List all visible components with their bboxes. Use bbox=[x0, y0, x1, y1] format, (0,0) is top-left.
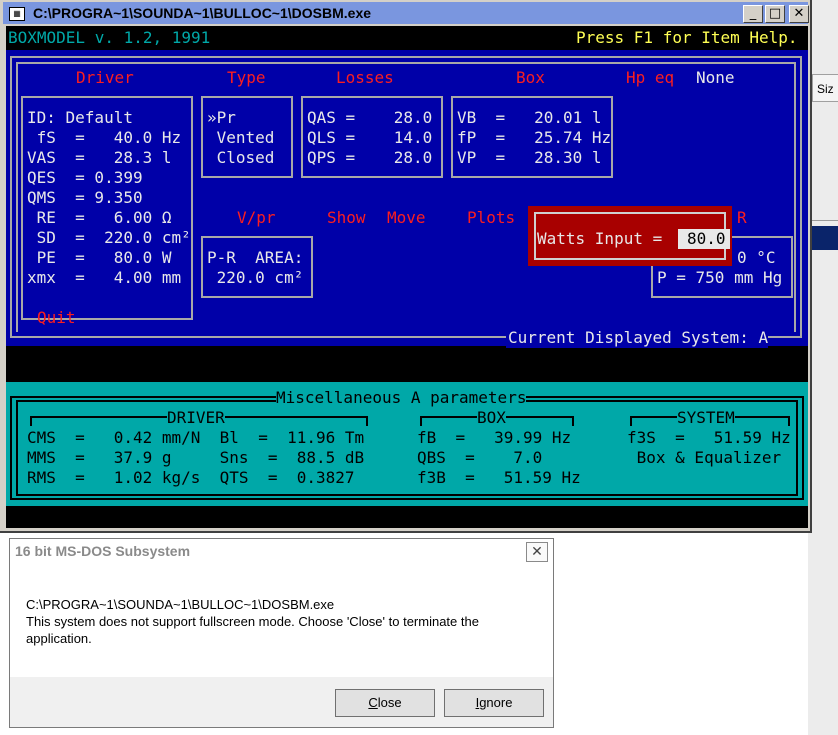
hp-eq-value: None bbox=[696, 68, 735, 87]
watts-input-value[interactable]: 80.0 bbox=[687, 229, 726, 249]
dialog-title-bar[interactable]: 16 bit MS-DOS Subsystem ✕ bbox=[10, 539, 553, 565]
driver-xmx: xmx = 4.00 mm bbox=[27, 268, 182, 287]
misc-driver-header: DRIVER bbox=[167, 408, 225, 428]
type-option-closed[interactable]: Closed bbox=[207, 148, 275, 168]
box-vb: VB = 20.01 l bbox=[457, 108, 602, 127]
misc-system-type: Box & Equalizer bbox=[627, 448, 782, 467]
dialog-close-icon[interactable]: ✕ bbox=[526, 542, 548, 562]
type-option-vented[interactable]: Vented bbox=[207, 128, 275, 148]
menu-move[interactable]: Move bbox=[387, 208, 426, 228]
close-accelerator: C bbox=[368, 695, 378, 710]
losses-qls: QLS = 14.0 bbox=[307, 128, 433, 147]
misc-driver-row-3: RMS = 1.02 kg/s QTS = 0.3827 bbox=[27, 468, 355, 487]
menu-driver[interactable]: Driver bbox=[76, 68, 134, 88]
misc-driver-row-1: CMS = 0.42 mm/N Bl = 11.96 Tm bbox=[27, 428, 365, 447]
title-bar[interactable]: ▦ C:\PROGRA~1\SOUNDA~1\BULLOC~1\DOSBM.ex… bbox=[3, 2, 809, 24]
box-vp: VP = 28.30 l bbox=[457, 148, 602, 167]
help-hint: Press F1 for Item Help. bbox=[576, 28, 798, 47]
dialog-body: C:\PROGRA~1\SOUNDA~1\BULLOC~1\DOSBM.exe … bbox=[10, 565, 553, 677]
console-window: ▦ C:\PROGRA~1\SOUNDA~1\BULLOC~1\DOSBM.ex… bbox=[0, 0, 812, 533]
vpr-area-value: 220.0 cm² bbox=[207, 268, 304, 287]
menu-losses[interactable]: Losses bbox=[336, 68, 394, 88]
dialog-title: 16 bit MS-DOS Subsystem bbox=[15, 543, 191, 559]
menu-vpr[interactable]: V/pr bbox=[237, 208, 276, 228]
msdos-app-icon[interactable]: ▦ bbox=[9, 7, 25, 21]
driver-vas: VAS = 28.3 l bbox=[27, 148, 172, 167]
misc-system-header: SYSTEM bbox=[677, 408, 735, 428]
background-size-button[interactable]: Siz bbox=[812, 74, 838, 102]
driver-id: ID: Default bbox=[27, 108, 133, 127]
menu-plots[interactable]: Plots bbox=[467, 208, 515, 228]
background-window bbox=[808, 0, 838, 735]
misc-box-fb: fB = 39.99 Hz bbox=[417, 428, 572, 447]
menu-show[interactable]: Show bbox=[327, 208, 366, 228]
driver-sd: SD = 220.0 cm² bbox=[27, 228, 191, 247]
window-title: C:\PROGRA~1\SOUNDA~1\BULLOC~1\DOSBM.exe bbox=[33, 5, 372, 21]
menu-hp-eq[interactable]: Hp eq bbox=[626, 68, 674, 88]
program-version: BOXMODEL v. 1.2, 1991 bbox=[8, 28, 211, 47]
misc-driver-row-2: MMS = 37.9 g Sns = 88.5 dB bbox=[27, 448, 365, 467]
misc-system-f3s: f3S = 51.59 Hz bbox=[627, 428, 791, 447]
close-window-button[interactable]: ✕ bbox=[789, 5, 809, 23]
misc-box-f3b: f3B = 51.59 Hz bbox=[417, 468, 581, 487]
pressure-value: P = 750 mm Hg bbox=[657, 268, 783, 287]
dialog-path: C:\PROGRA~1\SOUNDA~1\BULLOC~1\DOSBM.exe bbox=[26, 597, 335, 612]
vpr-area-label: P-R AREA: bbox=[207, 248, 304, 267]
dialog-message-line-2: application. bbox=[26, 631, 92, 646]
menu-r-fragment[interactable]: R bbox=[737, 208, 747, 228]
dos-screen[interactable]: BOXMODEL v. 1.2, 1991 Press F1 for Item … bbox=[6, 26, 808, 528]
ignore-label-rest: gnore bbox=[479, 695, 513, 710]
dialog-message-line-1: This system does not support fullscreen … bbox=[26, 614, 479, 629]
close-label-rest: lose bbox=[377, 695, 402, 710]
misc-box-qbs: QBS = 7.0 bbox=[417, 448, 543, 467]
minimize-button[interactable]: _ bbox=[743, 5, 763, 23]
driver-qes: QES = 0.399 bbox=[27, 168, 143, 187]
driver-pe: PE = 80.0 W bbox=[27, 248, 172, 267]
main-panel: Driver Type Losses Box Hp eq None ID: De… bbox=[6, 50, 808, 348]
menu-quit[interactable]: Quit bbox=[37, 308, 76, 328]
losses-qas: QAS = 28.0 bbox=[307, 108, 433, 127]
msdos-subsystem-dialog: 16 bit MS-DOS Subsystem ✕ C:\PROGRA~1\SO… bbox=[9, 538, 554, 728]
driver-re: RE = 6.00 Ω bbox=[27, 208, 172, 227]
misc-parameters-title: Miscellaneous A parameters bbox=[276, 388, 527, 408]
background-button-label: Siz bbox=[817, 82, 834, 96]
dialog-close-button[interactable]: Close bbox=[335, 689, 435, 717]
losses-qps: QPS = 28.0 bbox=[307, 148, 433, 167]
type-option-pr[interactable]: »Pr bbox=[207, 108, 236, 128]
driver-qms: QMS = 9.350 bbox=[27, 188, 143, 207]
dialog-ignore-button[interactable]: Ignore bbox=[444, 689, 544, 717]
box-fp: fP = 25.74 Hz bbox=[457, 128, 612, 147]
watts-input-label: Watts Input = bbox=[537, 229, 672, 248]
menu-box[interactable]: Box bbox=[516, 68, 545, 88]
misc-box-header: BOX bbox=[477, 408, 506, 428]
menu-type[interactable]: Type bbox=[227, 68, 266, 88]
driver-fs: fS = 40.0 Hz bbox=[27, 128, 182, 147]
current-system-label: Current Displayed System: A bbox=[506, 328, 769, 348]
background-selection-bar bbox=[810, 226, 838, 250]
maximize-button[interactable]: □ bbox=[765, 5, 785, 23]
temperature-value: 0 °C bbox=[737, 248, 776, 267]
background-separator bbox=[808, 220, 838, 221]
